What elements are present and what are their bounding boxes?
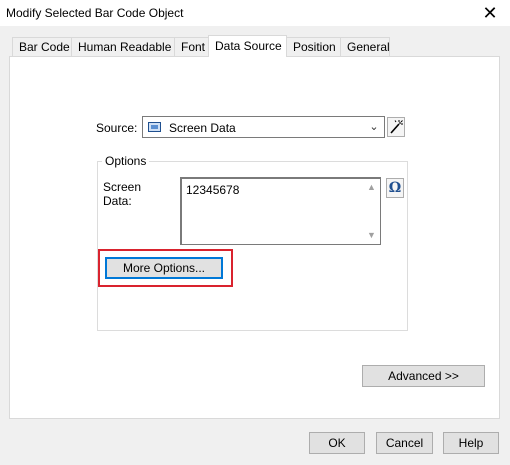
magic-wand-icon [390, 120, 403, 134]
omega-icon: Ω [388, 180, 402, 196]
insert-special-character-button[interactable]: Ω [386, 178, 404, 198]
source-dropdown[interactable]: Screen Data ⌄ [142, 116, 385, 138]
title-bar: Modify Selected Bar Code Object ✕ [0, 0, 510, 26]
tab-human-readable[interactable]: Human Readable [71, 37, 175, 56]
data-source-wizard-button[interactable] [387, 117, 405, 137]
ok-button[interactable]: OK [309, 432, 365, 454]
source-value: Screen Data [169, 121, 236, 135]
window-title: Modify Selected Bar Code Object [6, 6, 184, 20]
tab-bar-code[interactable]: Bar Code [12, 37, 72, 56]
tab-data-source[interactable]: Data Source [208, 35, 287, 57]
textarea-scrollbar[interactable]: ▲ ▼ [363, 179, 380, 244]
screen-data-icon [148, 122, 161, 132]
chevron-down-icon: ⌄ [369, 121, 379, 133]
tab-font[interactable]: Font [174, 37, 209, 56]
scroll-up-arrow-icon[interactable]: ▲ [363, 179, 380, 196]
options-group-title: Options [102, 154, 150, 168]
tab-general[interactable]: General [340, 37, 390, 56]
screen-data-label: Screen Data: [103, 180, 142, 208]
screen-data-value: 12345678 [186, 183, 240, 197]
cancel-button[interactable]: Cancel [376, 432, 433, 454]
close-button[interactable]: ✕ [478, 1, 502, 25]
help-button[interactable]: Help [443, 432, 499, 454]
annotation-highlight-box [98, 249, 233, 287]
scroll-down-arrow-icon[interactable]: ▼ [363, 227, 380, 244]
tab-position[interactable]: Position [286, 37, 341, 56]
source-label: Source: [96, 121, 138, 135]
screen-data-textarea[interactable]: 12345678 ▲ ▼ [180, 177, 381, 245]
advanced-button[interactable]: Advanced >> [362, 365, 485, 387]
